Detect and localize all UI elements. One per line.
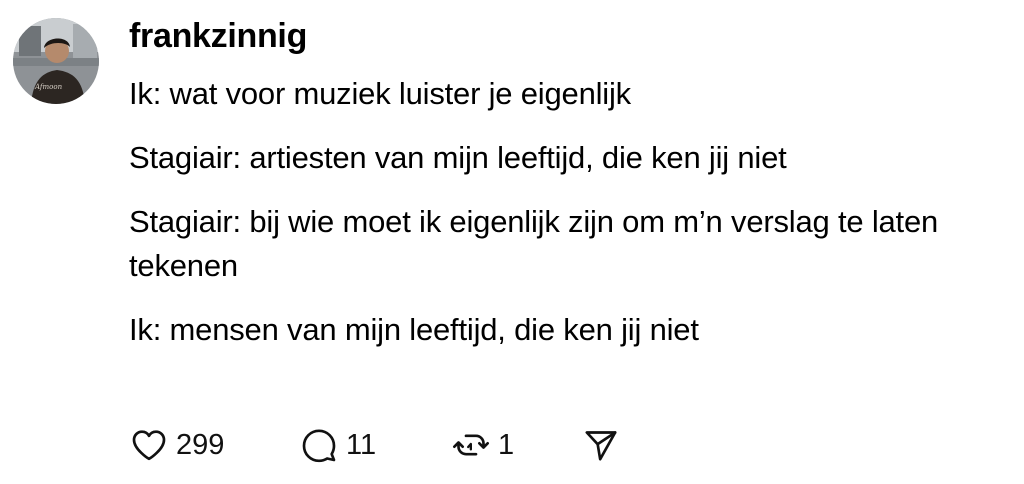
repost-icon [453, 434, 489, 456]
like-count: 299 [176, 429, 225, 461]
send-icon [585, 431, 617, 461]
username[interactable]: frankzinnig [129, 14, 307, 58]
post-paragraph: Stagiair: bij wie moet ik eigenlijk zijn… [129, 204, 939, 283]
post-paragraph: Ik: mensen van mijn leeftijd, die ken ji… [129, 312, 699, 347]
post-paragraph: Ik: wat voor muziek luister je eigenlijk [129, 76, 631, 111]
like-button[interactable]: 299 [129, 422, 299, 468]
action-bar: 299 11 1 [129, 422, 621, 468]
reply-button[interactable]: 11 [299, 422, 451, 468]
post-text: Ik: wat voor muziek luister je eigenlijk… [129, 72, 1014, 372]
repost-button[interactable]: 1 [451, 422, 581, 468]
reply-count: 11 [346, 429, 377, 461]
comment-bubble-icon [302, 429, 336, 463]
avatar-image: Afmoon [13, 18, 99, 104]
heart-icon [132, 430, 166, 461]
avatar[interactable]: Afmoon [13, 18, 99, 104]
post-paragraph: Stagiair: artiesten van mijn leeftijd, d… [129, 140, 787, 175]
repost-count: 1 [498, 429, 515, 461]
share-button[interactable] [581, 425, 621, 465]
thread-post: Afmoon frankzinnig Ik: wat voor muziek l… [0, 0, 1024, 484]
svg-text:Afmoon: Afmoon [34, 83, 63, 91]
